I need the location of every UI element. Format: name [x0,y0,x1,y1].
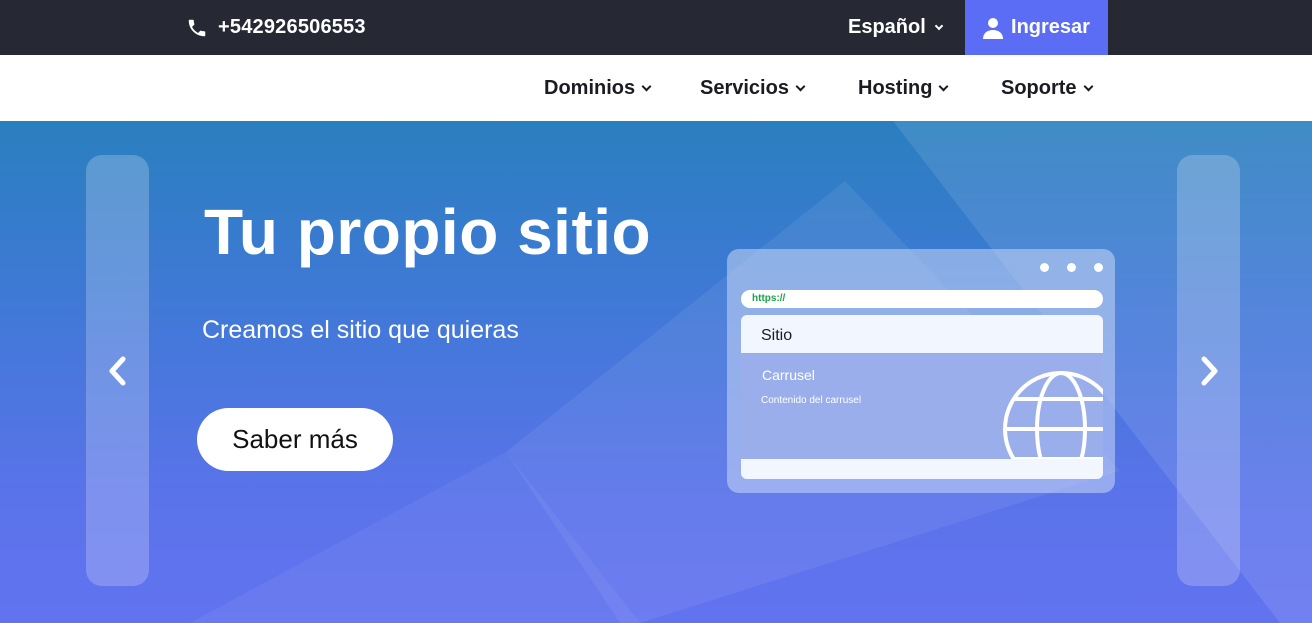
url-bar: https:// [741,290,1103,308]
nav-item-label: Soporte [1001,76,1077,99]
phone-icon [188,19,206,36]
nav-item-label: Hosting [858,76,933,99]
chevron-down-icon [938,81,949,91]
language-label: Español [848,16,926,38]
chevron-down-icon [934,21,944,30]
globe-icon [1003,371,1103,459]
carousel-block: Carrusel Contenido del carrusel [741,353,1103,459]
carousel-prev-button[interactable] [86,155,149,586]
site-panel: Sitio Carrusel Contenido del carrusel [741,315,1103,479]
phone-number: +542926506553 [218,16,366,38]
language-selector[interactable]: Español [848,0,944,55]
panel-title: Sitio [761,327,793,344]
main-nav: Dominios Servicios Hosting Soporte [0,55,1312,121]
top-bar: +542926506553 Español Ingresar [0,0,1312,55]
phone-contact[interactable]: +542926506553 [186,0,366,55]
chevron-down-icon [795,81,806,91]
saber-mas-button[interactable]: Saber más [197,408,393,471]
login-label: Ingresar [1011,16,1090,38]
chevron-right-icon [1201,356,1217,385]
browser-illustration: https:// Sitio Carrusel Contenido del ca… [727,249,1115,493]
user-icon [983,17,1004,39]
carousel-next-button[interactable] [1177,155,1240,586]
nav-item-servicios[interactable]: Servicios [700,55,806,121]
nav-item-dominios[interactable]: Dominios [544,55,652,121]
window-dot [1067,263,1076,272]
hero-title: Tu propio sitio [204,196,652,268]
hero-carousel: Tu propio sitio Creamos el sitio que qui… [0,121,1312,623]
nav-item-label: Servicios [700,76,789,99]
nav-item-hosting[interactable]: Hosting [858,55,949,121]
window-dot [1094,263,1103,272]
window-dot [1040,263,1049,272]
carousel-title: Carrusel [762,367,815,383]
nav-item-label: Dominios [544,76,636,99]
window-dots [1040,263,1103,272]
background-shapes [190,121,1312,623]
nav-item-soporte[interactable]: Soporte [1001,55,1094,121]
chevron-left-icon [109,356,125,385]
chevron-down-icon [641,81,652,91]
hero-subtitle: Creamos el sitio que quieras [202,316,519,344]
carousel-text: Contenido del carrusel [761,395,862,406]
login-button[interactable]: Ingresar [965,0,1108,55]
chevron-down-icon [1083,81,1094,91]
